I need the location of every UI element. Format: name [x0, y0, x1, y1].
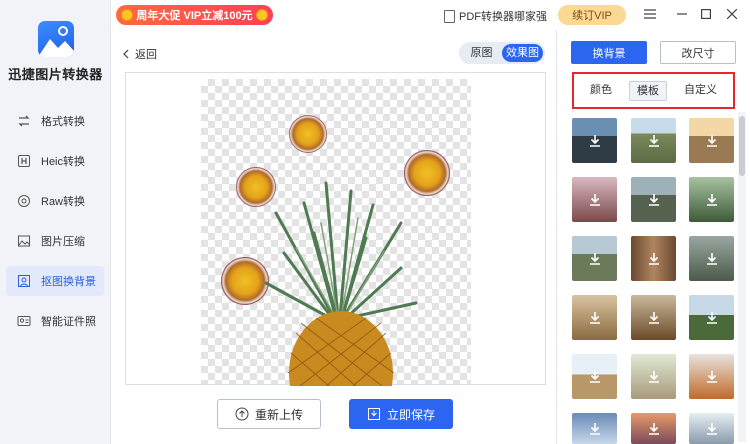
download-icon	[648, 193, 659, 206]
sidebar-item-label: 格式转换	[41, 116, 85, 128]
coin-icon	[255, 9, 268, 21]
subtab-custom[interactable]: 自定义	[677, 81, 724, 101]
back-button[interactable]: 返回	[123, 46, 157, 62]
download-icon	[648, 370, 659, 383]
sidebar-item-label: Heic转换	[41, 156, 86, 168]
download-icon	[648, 252, 659, 265]
tab-change-size[interactable]: 改尺寸	[660, 41, 736, 64]
download-icon	[706, 311, 717, 324]
download-icon	[706, 134, 717, 147]
mountain-road-template[interactable]	[631, 177, 676, 222]
sidebar-item-label: 图片压缩	[41, 236, 85, 248]
sky-template[interactable]	[572, 413, 617, 444]
download-icon	[589, 252, 600, 265]
highway-template[interactable]	[631, 118, 676, 163]
download-icon	[706, 193, 717, 206]
heic-icon	[16, 153, 32, 169]
cherry-blossom-template[interactable]	[572, 177, 617, 222]
download-icon	[706, 422, 717, 435]
sidebar-item-label: 抠图换背景	[41, 276, 96, 288]
sidebar-item-compress[interactable]: 图片压缩	[6, 226, 104, 256]
horse-template[interactable]	[689, 295, 734, 340]
app-logo	[38, 21, 74, 57]
sidebar-item-label: 智能证件照	[41, 316, 96, 328]
background-subtabs: 颜色 模板 自定义	[572, 72, 735, 109]
tab-change-background[interactable]: 换背景	[571, 41, 647, 64]
pdf-converter-link[interactable]: PDF转换器哪家强	[444, 8, 547, 24]
deer-template[interactable]	[689, 236, 734, 281]
sidebar-item-label: Raw转换	[41, 196, 86, 208]
sidebar-item-idphoto[interactable]: 智能证件照	[6, 306, 104, 336]
sidebar-item-heic[interactable]: Heic转换	[6, 146, 104, 176]
close-icon[interactable]	[723, 5, 741, 23]
download-icon	[589, 311, 600, 324]
view-toggle: 原图 效果图	[459, 42, 545, 64]
renew-vip-button[interactable]: 续订VIP	[558, 5, 626, 25]
download-icon	[648, 134, 659, 147]
promo-banner[interactable]: 周年大促 VIP立减100元	[116, 5, 273, 25]
tree-trunk-template[interactable]	[631, 236, 676, 281]
back-label: 返回	[135, 49, 157, 61]
coin-icon	[121, 9, 134, 21]
reupload-button[interactable]: 重新上传	[217, 399, 321, 429]
cutout-icon	[16, 273, 32, 289]
download-icon	[589, 422, 600, 435]
chevron-left-icon	[123, 49, 129, 59]
promo-text: 周年大促 VIP立减100元	[136, 10, 253, 22]
camel-template[interactable]	[572, 354, 617, 399]
subtab-color[interactable]: 颜色	[583, 81, 619, 101]
pineapple-preview-image	[221, 115, 450, 386]
valley-road-template[interactable]	[572, 236, 617, 281]
format-convert-icon	[16, 113, 32, 129]
preview-canvas	[125, 72, 546, 386]
fox-template[interactable]	[689, 354, 734, 399]
sidebar-item-cutout[interactable]: 抠图换背景	[6, 266, 104, 296]
original-view-tab[interactable]: 原图	[461, 44, 502, 62]
sunset-template[interactable]	[631, 413, 676, 444]
sidebar: 迅捷图片转换器 格式转换 Heic转换 Raw转换 图片压缩 抠图换背景 智能证	[0, 0, 111, 444]
pdf-link-label: PDF转换器哪家强	[459, 11, 547, 23]
lion-template[interactable]	[572, 295, 617, 340]
download-icon	[589, 134, 600, 147]
id-photo-icon	[16, 313, 32, 329]
result-view-tab[interactable]: 效果图	[502, 44, 543, 62]
save-icon	[367, 408, 380, 420]
reupload-label: 重新上传	[254, 407, 303, 422]
download-icon	[706, 370, 717, 383]
sidebar-item-raw[interactable]: Raw转换	[6, 186, 104, 216]
download-icon	[648, 311, 659, 324]
raw-icon	[16, 193, 32, 209]
save-now-button[interactable]: 立即保存	[349, 399, 453, 429]
menu-icon[interactable]	[641, 5, 659, 23]
road-template[interactable]	[572, 118, 617, 163]
desert-road-template[interactable]	[689, 118, 734, 163]
yak-template[interactable]	[631, 295, 676, 340]
forest-road-template[interactable]	[689, 177, 734, 222]
download-icon	[589, 370, 600, 383]
subtab-template[interactable]: 模板	[629, 80, 667, 101]
sidebar-item-format[interactable]: 格式转换	[6, 106, 104, 136]
pdf-icon	[444, 9, 455, 23]
snow-mountain-template[interactable]	[689, 413, 734, 444]
cheetah-template[interactable]	[631, 354, 676, 399]
save-label: 立即保存	[386, 407, 435, 422]
download-icon	[648, 422, 659, 435]
download-icon	[706, 252, 717, 265]
app-title: 迅捷图片转换器	[8, 67, 103, 82]
upload-icon	[235, 407, 249, 421]
minimize-icon[interactable]	[673, 5, 691, 23]
scrollbar-thumb[interactable]	[739, 116, 745, 176]
image-compress-icon	[16, 233, 32, 249]
maximize-icon[interactable]	[697, 5, 715, 23]
download-icon	[589, 193, 600, 206]
